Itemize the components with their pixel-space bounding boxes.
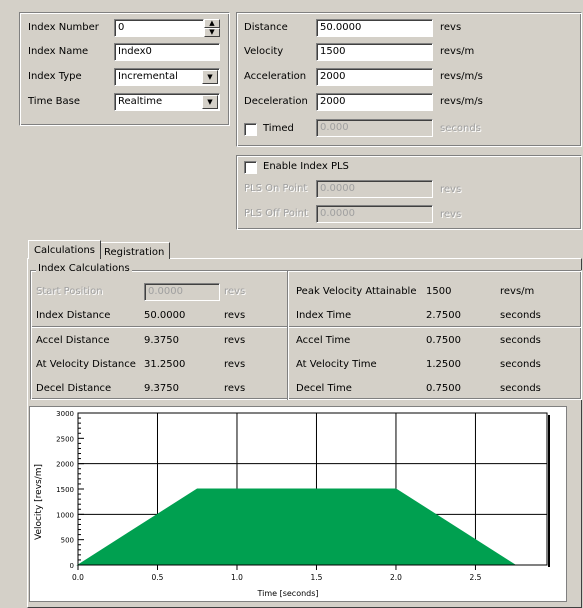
deceleration-unit: revs/m/s bbox=[440, 96, 483, 107]
tab-calculations[interactable]: Calculations bbox=[28, 240, 101, 259]
chart-xtick-label: 0.5 bbox=[152, 573, 164, 582]
chart-xtick-label: 1.0 bbox=[231, 573, 243, 582]
deceleration-label: Deceleration bbox=[244, 96, 308, 107]
decel-distance-unit: revs bbox=[224, 383, 246, 394]
accel-distance-value: 9.3750 bbox=[144, 335, 179, 346]
velocity-profile-area bbox=[76, 488, 517, 566]
distance-field[interactable]: 50.0000 bbox=[316, 19, 433, 37]
index-type-dropdown-arrow-icon[interactable]: ▼ bbox=[202, 70, 218, 84]
chart-ytick-label: 1500 bbox=[56, 486, 74, 494]
pls-on-point-label: PLS On Point bbox=[244, 183, 308, 194]
decel-time-unit: seconds bbox=[500, 383, 541, 394]
start-position-field: 0.0000 bbox=[144, 283, 220, 301]
accel-time-unit: seconds bbox=[500, 335, 541, 346]
distance-unit: revs bbox=[440, 22, 462, 33]
peak-velocity-label: Peak Velocity Attainable bbox=[296, 286, 417, 297]
chart-xtick-label: 2.5 bbox=[469, 573, 481, 582]
index-name-field[interactable]: Index0 bbox=[114, 43, 220, 61]
index-time-unit: seconds bbox=[500, 310, 541, 321]
at-velocity-distance-value: 31.2500 bbox=[144, 359, 186, 370]
pls-on-point-unit: revs bbox=[440, 184, 462, 195]
at-velocity-distance-unit: revs bbox=[224, 359, 246, 370]
chart-xtick-label: 2.0 bbox=[390, 573, 402, 582]
acceleration-unit: revs/m/s bbox=[440, 71, 483, 82]
chart-ylabel: Velocity [revs/m] bbox=[34, 464, 44, 540]
enable-pls-label: Enable Index PLS bbox=[263, 161, 349, 172]
at-velocity-distance-label: At Velocity Distance bbox=[36, 359, 136, 370]
index-type-label: Index Type bbox=[28, 71, 82, 82]
velocity-unit: revs/m bbox=[440, 46, 475, 57]
peak-velocity-value: 1500 bbox=[426, 286, 452, 297]
index-distance-label: Index Distance bbox=[36, 310, 111, 321]
pls-off-point-unit: revs bbox=[440, 209, 462, 220]
chart-xlabel: Time [seconds] bbox=[256, 589, 318, 598]
pls-off-point-field: 0.0000 bbox=[316, 205, 433, 223]
accel-distance-unit: revs bbox=[224, 335, 246, 346]
velocity-profile-svg: 0 500 1000 1500 2000 2500 3000 0.0 0.5 1.0 1.5 2.0… bbox=[34, 410, 550, 598]
index-number-spin-down[interactable]: ▼ bbox=[204, 28, 220, 37]
decel-time-label: Decel Time bbox=[296, 383, 352, 394]
tab-registration[interactable]: Registration bbox=[98, 242, 171, 259]
index-time-label: Index Time bbox=[296, 310, 352, 321]
time-base-label: Time Base bbox=[28, 96, 81, 107]
distance-label: Distance bbox=[244, 22, 288, 33]
chart-ytick-label: 0 bbox=[70, 562, 74, 570]
accel-time-label: Accel Time bbox=[296, 335, 351, 346]
timed-checkbox[interactable] bbox=[244, 123, 257, 136]
velocity-profile-chart: 0 500 1000 1500 2000 2500 3000 0.0 0.5 1.0 1.5 2.0… bbox=[29, 406, 567, 602]
at-velocity-time-value: 1.2500 bbox=[426, 359, 461, 370]
chart-xtick-label: 0.0 bbox=[72, 573, 84, 582]
timed-label: Timed bbox=[263, 123, 294, 134]
index-number-label: Index Number bbox=[28, 22, 99, 33]
timed-field: 0.000 bbox=[316, 119, 433, 137]
velocity-label: Velocity bbox=[244, 46, 284, 57]
accel-time-value: 0.7500 bbox=[426, 335, 461, 346]
start-position-unit: revs bbox=[224, 286, 246, 297]
at-velocity-time-label: At Velocity Time bbox=[296, 359, 377, 370]
peak-velocity-unit: revs/m bbox=[500, 286, 535, 297]
velocity-field[interactable]: 1500 bbox=[316, 43, 433, 61]
pls-on-point-field: 0.0000 bbox=[316, 180, 433, 198]
index-number-spin-up[interactable]: ▲ bbox=[204, 19, 220, 28]
calc-divider-middle bbox=[287, 271, 289, 400]
acceleration-field[interactable]: 2000 bbox=[316, 68, 433, 86]
chart-ytick-label: 2000 bbox=[56, 461, 74, 469]
pls-off-point-label: PLS Off Point bbox=[244, 208, 308, 219]
deceleration-field[interactable]: 2000 bbox=[316, 93, 433, 111]
decel-distance-label: Decel Distance bbox=[36, 383, 112, 394]
enable-pls-checkbox[interactable] bbox=[244, 161, 257, 174]
accel-distance-label: Accel Distance bbox=[36, 335, 110, 346]
index-number-field[interactable]: 0 bbox=[114, 19, 204, 37]
calc-divider-top bbox=[32, 326, 581, 328]
index-name-label: Index Name bbox=[28, 46, 89, 57]
index-distance-value: 50.0000 bbox=[144, 310, 186, 321]
chart-ytick-label: 1000 bbox=[56, 511, 74, 519]
chart-ytick-label: 3000 bbox=[56, 410, 74, 418]
index-distance-unit: revs bbox=[224, 310, 246, 321]
at-velocity-time-unit: seconds bbox=[500, 359, 541, 370]
index-time-value: 2.7500 bbox=[426, 310, 461, 321]
acceleration-label: Acceleration bbox=[244, 71, 307, 82]
time-base-dropdown-arrow-icon[interactable]: ▼ bbox=[202, 95, 218, 109]
chart-ytick-label: 500 bbox=[61, 537, 74, 545]
timed-unit: seconds bbox=[440, 123, 481, 134]
chart-xtick-label: 1.5 bbox=[311, 573, 323, 582]
decel-distance-value: 9.3750 bbox=[144, 383, 179, 394]
chart-ytick-label: 2500 bbox=[56, 435, 74, 443]
decel-time-value: 0.7500 bbox=[426, 383, 461, 394]
index-calculations-title: Index Calculations bbox=[36, 262, 132, 276]
start-position-label: Start Position bbox=[36, 286, 103, 297]
